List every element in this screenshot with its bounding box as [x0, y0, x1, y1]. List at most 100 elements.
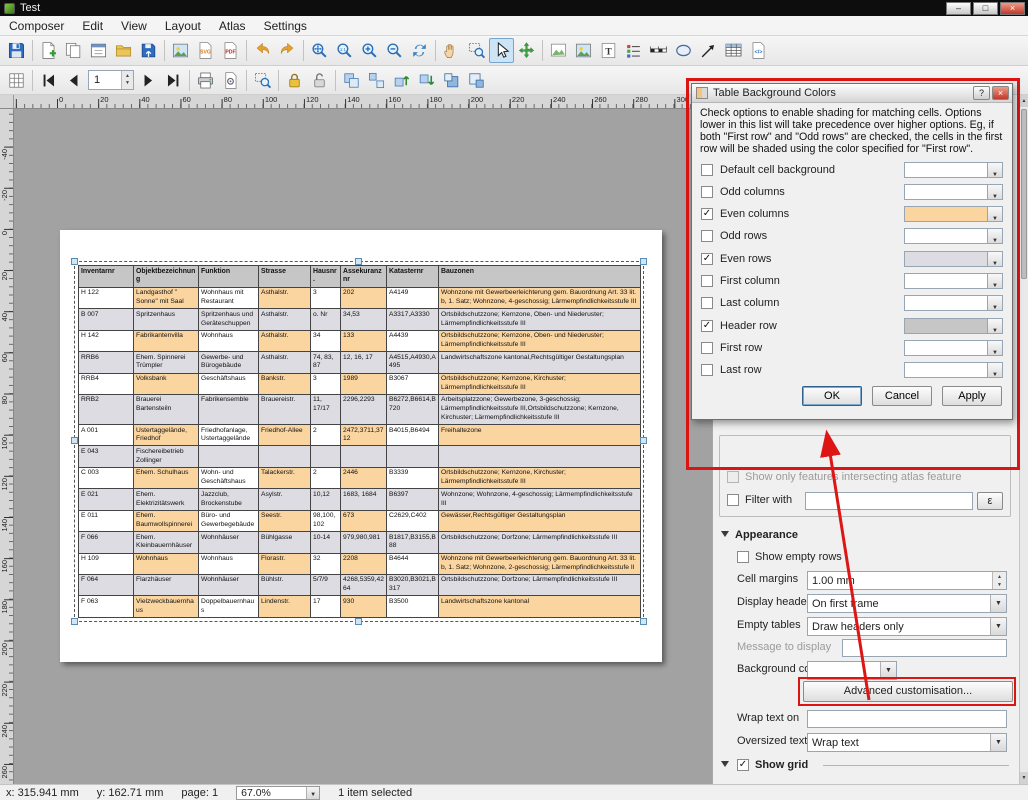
- header-row-checkbox[interactable]: ✓: [701, 320, 713, 332]
- color-dropdown-arrow-icon[interactable]: [988, 184, 1003, 200]
- add-image-button[interactable]: [571, 38, 596, 63]
- zoom-actual-size-button[interactable]: [332, 38, 357, 63]
- last-row-checkbox[interactable]: [701, 364, 713, 376]
- first-column-checkbox[interactable]: [701, 275, 713, 287]
- duplicate-composition-button[interactable]: [61, 38, 86, 63]
- paper-page[interactable]: InventarnrObjektbezeichnungFunktionStras…: [60, 230, 662, 662]
- zoom-full-button[interactable]: [307, 38, 332, 63]
- undo-button[interactable]: [250, 38, 275, 63]
- page-setup-button[interactable]: [218, 68, 243, 93]
- panel-scrollbar[interactable]: ▲ ▼: [1019, 95, 1028, 784]
- color-dropdown-arrow-icon[interactable]: [988, 273, 1003, 289]
- group-items-button[interactable]: [339, 68, 364, 93]
- resize-handle[interactable]: [71, 618, 78, 625]
- even-columns-color-swatch[interactable]: [904, 206, 988, 222]
- maximize-button[interactable]: □: [973, 2, 998, 15]
- minimize-button[interactable]: –: [946, 2, 971, 15]
- menu-layout[interactable]: Layout: [156, 17, 210, 35]
- ok-button[interactable]: OK: [802, 386, 862, 406]
- last-row-color-swatch[interactable]: [904, 362, 988, 378]
- empty-tables-combo[interactable]: Draw headers only: [807, 617, 1007, 636]
- export-as-image-button[interactable]: [168, 38, 193, 63]
- scroll-up-arrow-icon[interactable]: ▲: [1020, 95, 1028, 107]
- menu-edit[interactable]: Edit: [73, 17, 112, 35]
- wrap-text-on-input[interactable]: [807, 710, 1007, 728]
- ungroup-items-button[interactable]: [364, 68, 389, 93]
- menu-composer[interactable]: Composer: [0, 17, 73, 35]
- add-attribute-table-button[interactable]: [721, 38, 746, 63]
- color-dropdown-arrow-icon[interactable]: [988, 228, 1003, 244]
- add-arrow-button[interactable]: [696, 38, 721, 63]
- default-cell-background-checkbox[interactable]: [701, 164, 713, 176]
- first-row-color-swatch[interactable]: [904, 340, 988, 356]
- save-project-button[interactable]: [4, 38, 29, 63]
- dialog-help-button[interactable]: ?: [973, 86, 990, 100]
- zoom-to-selection-button[interactable]: [250, 68, 275, 93]
- display-header-combo[interactable]: On first frame: [807, 594, 1007, 613]
- zoom-out-button[interactable]: [382, 38, 407, 63]
- even-columns-checkbox[interactable]: ✓: [701, 208, 713, 220]
- odd-columns-color-swatch[interactable]: [904, 184, 988, 200]
- add-basic-shape-button[interactable]: [671, 38, 696, 63]
- odd-rows-color-swatch[interactable]: [904, 228, 988, 244]
- default-cell-background-color-swatch[interactable]: [904, 162, 988, 178]
- scroll-down-arrow-icon[interactable]: ▼: [1020, 772, 1028, 784]
- atlas-previous-feature-button[interactable]: [61, 68, 86, 93]
- first-column-color-swatch[interactable]: [904, 273, 988, 289]
- spinner-arrows-icon[interactable]: [121, 71, 133, 89]
- resize-handle[interactable]: [355, 258, 362, 265]
- color-dropdown-arrow-icon[interactable]: [988, 251, 1003, 267]
- show-grid-label[interactable]: Show grid: [755, 759, 808, 771]
- resize-handle[interactable]: [640, 437, 647, 444]
- new-composition-button[interactable]: [36, 38, 61, 63]
- oversized-text-combo[interactable]: Wrap text: [807, 733, 1007, 752]
- color-dropdown-arrow-icon[interactable]: [988, 318, 1003, 334]
- move-item-content-button[interactable]: [514, 38, 539, 63]
- load-from-template-button[interactable]: [111, 38, 136, 63]
- atlas-intersect-checkbox[interactable]: [727, 471, 739, 483]
- resize-handle[interactable]: [640, 618, 647, 625]
- appearance-section-title[interactable]: Appearance: [735, 529, 798, 541]
- unlock-all-items-button[interactable]: [307, 68, 332, 93]
- close-button[interactable]: ×: [1000, 2, 1025, 15]
- header-row-color-swatch[interactable]: [904, 318, 988, 334]
- color-dropdown-arrow-icon[interactable]: [988, 295, 1003, 311]
- show-grid-checkbox[interactable]: ✓: [737, 759, 749, 771]
- color-dropdown-arrow-icon[interactable]: [988, 206, 1003, 222]
- raise-selected-items-button[interactable]: [389, 68, 414, 93]
- table-selection-frame[interactable]: InventarnrObjektbezeichnungFunktionStras…: [74, 261, 644, 622]
- atlas-first-feature-button[interactable]: [36, 68, 61, 93]
- zoom-level-combo[interactable]: 67.0%: [236, 786, 320, 800]
- move-selected-to-bottom-button[interactable]: [464, 68, 489, 93]
- export-as-pdf-button[interactable]: [218, 38, 243, 63]
- resize-handle[interactable]: [71, 258, 78, 265]
- odd-columns-checkbox[interactable]: [701, 186, 713, 198]
- atlas-last-feature-button[interactable]: [161, 68, 186, 93]
- apply-button[interactable]: Apply: [942, 386, 1002, 406]
- select-move-item-button[interactable]: [489, 38, 514, 63]
- move-selected-to-top-button[interactable]: [439, 68, 464, 93]
- composer-manager-button[interactable]: [86, 38, 111, 63]
- zoom-region-button[interactable]: [464, 38, 489, 63]
- resize-handle[interactable]: [71, 437, 78, 444]
- cancel-button[interactable]: Cancel: [872, 386, 932, 406]
- odd-rows-checkbox[interactable]: [701, 230, 713, 242]
- spinner-arrows-icon[interactable]: [992, 572, 1006, 589]
- color-dropdown-arrow-icon[interactable]: [988, 340, 1003, 356]
- dialog-close-button[interactable]: ×: [992, 86, 1009, 100]
- collapse-arrow-icon[interactable]: [721, 761, 729, 767]
- filter-with-checkbox[interactable]: [727, 494, 739, 506]
- add-html-frame-button[interactable]: [746, 38, 771, 63]
- refresh-view-button[interactable]: [407, 38, 432, 63]
- first-row-checkbox[interactable]: [701, 342, 713, 354]
- resize-handle[interactable]: [355, 618, 362, 625]
- resize-handle[interactable]: [640, 258, 647, 265]
- filter-expression-input[interactable]: [805, 492, 973, 510]
- print-button[interactable]: [193, 68, 218, 93]
- zoom-in-button[interactable]: [357, 38, 382, 63]
- atlas-next-feature-button[interactable]: [136, 68, 161, 93]
- even-rows-checkbox[interactable]: ✓: [701, 253, 713, 265]
- lower-selected-items-button[interactable]: [414, 68, 439, 93]
- cell-margins-spinbox[interactable]: 1.00 mm: [807, 571, 1007, 590]
- color-dropdown-arrow-icon[interactable]: [988, 362, 1003, 378]
